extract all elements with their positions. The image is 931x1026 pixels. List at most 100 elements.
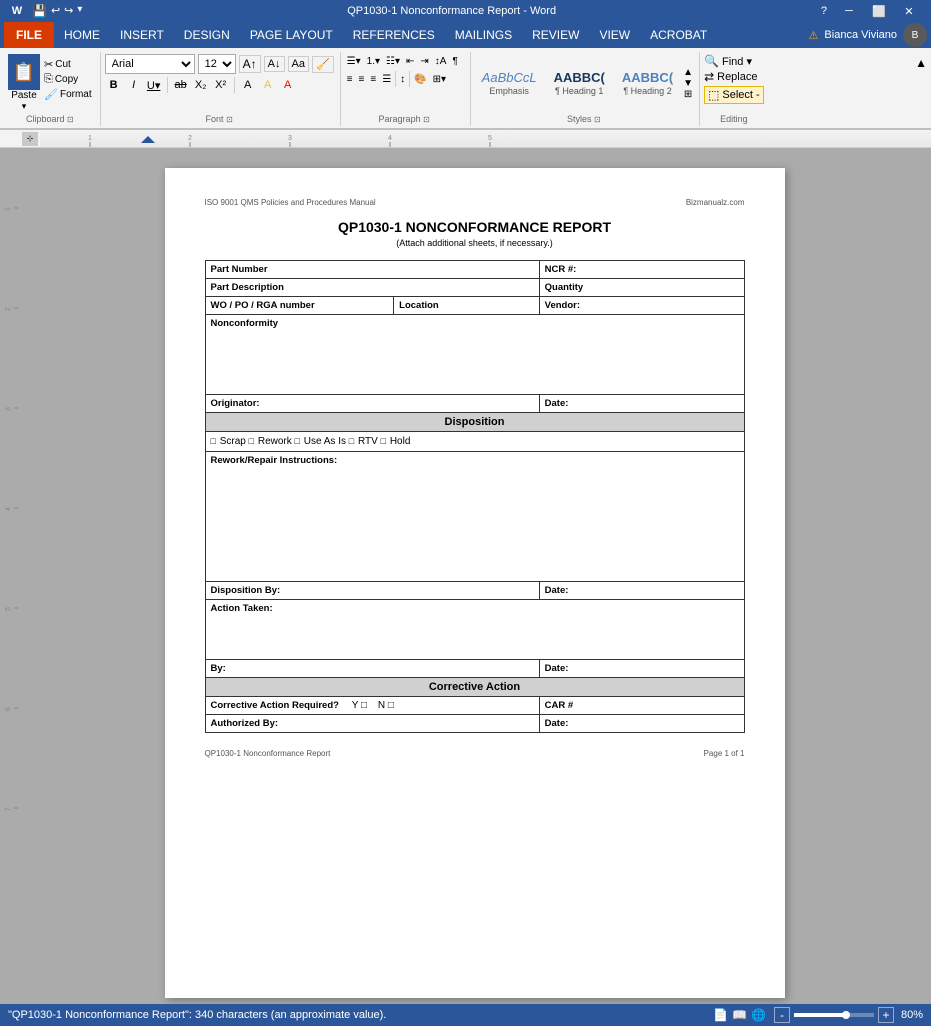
multi-list-btn[interactable]: ☷▾	[384, 54, 402, 69]
select-icon: ⬚	[708, 88, 719, 102]
menu-acrobat[interactable]: ACROBAT	[640, 22, 717, 48]
rework-checkbox[interactable]: □	[249, 436, 254, 446]
menu-page-layout[interactable]: PAGE LAYOUT	[240, 22, 343, 48]
align-right-btn[interactable]: ≡	[368, 72, 378, 87]
format-painter-button[interactable]: 🖌 Format	[44, 88, 92, 101]
font-color-button[interactable]: A	[279, 76, 297, 94]
underline-button[interactable]: U▾	[145, 76, 163, 94]
table-row: Authorized By: Date:	[205, 715, 744, 733]
car-number-label: CAR #	[545, 700, 574, 711]
minimize-button[interactable]: ─	[835, 0, 863, 22]
use-as-is-checkbox[interactable]: □	[295, 436, 300, 446]
authorized-date-label: Date:	[545, 718, 569, 729]
font-label: Font ⊡	[105, 112, 334, 126]
zoom-level[interactable]: 80%	[901, 1009, 923, 1021]
ribbon-collapse-btn[interactable]: ▲	[907, 52, 927, 126]
styles-scroll-up[interactable]: ▲ ▼ ⊞	[683, 67, 693, 100]
zoom-bar[interactable]	[794, 1013, 874, 1017]
svg-text:4: 4	[5, 507, 12, 511]
decrease-indent-btn[interactable]: ⇤	[404, 54, 416, 69]
align-left-btn[interactable]: ≡	[345, 72, 355, 87]
bold-button[interactable]: B	[105, 76, 123, 94]
quick-save-icon[interactable]: 💾	[32, 4, 47, 18]
authorized-by-cell: Authorized By:	[205, 715, 539, 733]
highlight-button[interactable]: A	[259, 76, 277, 94]
menu-design[interactable]: DESIGN	[174, 22, 240, 48]
quick-undo-icon[interactable]: ↩	[51, 4, 60, 18]
increase-indent-btn[interactable]: ⇥	[418, 54, 430, 69]
replace-button[interactable]: ⇄ Replace	[704, 70, 757, 84]
ribbon: 📋 Paste▾ ✂ Cut ⎘ Copy 🖌 Format Clipboard…	[0, 48, 931, 130]
menu-file[interactable]: FILE	[4, 22, 54, 48]
font-size-select[interactable]: 12	[198, 54, 236, 74]
quick-redo-icon[interactable]: ↪	[64, 4, 73, 18]
no-checkbox[interactable]: N □	[378, 700, 394, 711]
title-bar-left: W 💾 ↩ ↪ ▾	[8, 2, 82, 20]
cut-button[interactable]: ✂ Cut	[44, 58, 92, 71]
menu-review[interactable]: REVIEW	[522, 22, 589, 48]
ruler-corner[interactable]: ⊹	[22, 132, 38, 146]
zoom-in-btn[interactable]: +	[878, 1007, 894, 1023]
disposition-header: Disposition	[205, 413, 744, 432]
quick-access-more[interactable]: ▾	[77, 4, 82, 18]
increase-font-btn[interactable]: A↑	[239, 55, 261, 73]
italic-button[interactable]: I	[125, 76, 143, 94]
by-date-label: Date:	[545, 663, 569, 674]
borders-btn[interactable]: ⊞▾	[431, 72, 448, 87]
print-layout-btn[interactable]: 📄	[713, 1008, 728, 1022]
help-icon[interactable]: ?	[821, 5, 827, 17]
disposition-by-cell: Disposition By:	[205, 582, 539, 600]
nonconformity-label: Nonconformity	[211, 318, 279, 329]
car-number-cell: CAR #	[539, 697, 744, 715]
table-row: By: Date:	[205, 660, 744, 678]
rtv-checkbox[interactable]: □	[349, 436, 354, 446]
style-heading2[interactable]: AABBC( ¶ Heading 2	[615, 67, 680, 99]
yes-checkbox[interactable]: Y □	[352, 700, 367, 711]
editing-label: Editing	[704, 112, 764, 126]
menu-insert[interactable]: INSERT	[110, 22, 174, 48]
menu-mailings[interactable]: MAILINGS	[445, 22, 522, 48]
clear-format-btn[interactable]: 🧹	[312, 56, 334, 73]
web-layout-btn[interactable]: 🌐	[751, 1008, 766, 1022]
font-name-select[interactable]: Arial	[105, 54, 195, 74]
text-effect-button[interactable]: A	[239, 76, 257, 94]
subscript-button[interactable]: X₂	[192, 76, 210, 94]
username[interactable]: Bianca Viviano	[824, 29, 897, 41]
align-center-btn[interactable]: ≡	[357, 72, 367, 87]
menu-home[interactable]: HOME	[54, 22, 110, 48]
menu-references[interactable]: REFERENCES	[343, 22, 445, 48]
footer-right: Page 1 of 1	[704, 749, 745, 758]
line-spacing-btn[interactable]: ↕	[398, 72, 407, 87]
strikethrough-button[interactable]: ab	[172, 76, 190, 94]
warning-icon: ⚠	[809, 29, 819, 42]
originator-date-label: Date:	[545, 398, 569, 409]
read-mode-btn[interactable]: 📖	[732, 1008, 747, 1022]
ruler: ⊹ 1 2 3 4 5	[0, 130, 931, 148]
sort-btn[interactable]: ↕A	[433, 54, 449, 69]
style-emphasis[interactable]: AaBbCcL Emphasis	[475, 67, 544, 99]
location-cell: Location	[394, 297, 540, 315]
select-button[interactable]: ⬚ Select -	[704, 86, 764, 104]
hold-checkbox[interactable]: □	[381, 436, 386, 446]
restore-button[interactable]: ⬜	[865, 0, 893, 22]
paste-button[interactable]: 📋 Paste▾	[8, 54, 40, 112]
bullets-btn[interactable]: ☰▾	[345, 54, 363, 69]
find-button[interactable]: 🔍 Find ▾	[704, 54, 752, 68]
document-page: ISO 9001 QMS Policies and Procedures Man…	[165, 168, 785, 998]
change-case-btn[interactable]: Aa	[288, 56, 309, 72]
zoom-out-btn[interactable]: -	[774, 1007, 790, 1023]
shading-btn[interactable]: 🎨	[412, 72, 428, 87]
menu-view[interactable]: VIEW	[589, 22, 640, 48]
scrap-checkbox[interactable]: □	[211, 436, 216, 446]
numbering-btn[interactable]: 1.▾	[365, 54, 382, 69]
justify-btn[interactable]: ☰	[380, 72, 393, 87]
style-heading1[interactable]: AABBC( ¶ Heading 1	[547, 67, 612, 99]
superscript-button[interactable]: X²	[212, 76, 230, 94]
wopo-cell: WO / PO / RGA number	[205, 297, 394, 315]
close-button[interactable]: ✕	[895, 0, 923, 22]
show-para-btn[interactable]: ¶	[450, 54, 459, 69]
svg-text:5: 5	[488, 135, 492, 142]
copy-button[interactable]: ⎘ Copy	[44, 73, 92, 86]
location-label: Location	[399, 300, 439, 311]
decrease-font-btn[interactable]: A↓	[264, 56, 285, 72]
